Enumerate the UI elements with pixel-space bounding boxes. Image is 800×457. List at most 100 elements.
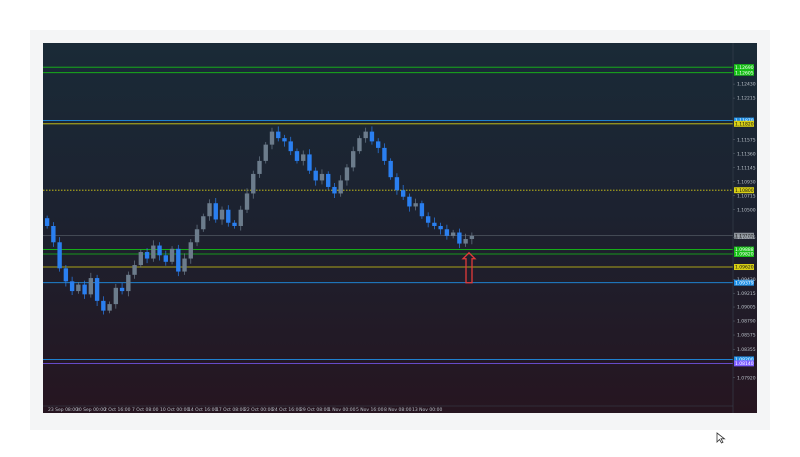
y-tick-label: 1.12215: [737, 96, 756, 102]
candle-body: [163, 255, 168, 262]
candle-body: [157, 245, 162, 256]
candle-body: [394, 177, 400, 191]
candle-body: [226, 209, 231, 223]
x-tick-label: 17 Oct 08:00: [216, 407, 245, 413]
candle-body: [269, 131, 275, 145]
candle-body: [469, 235, 475, 240]
candle-body: [425, 216, 431, 223]
candle-body: [82, 284, 87, 295]
y-tick-label: 1.08355: [737, 347, 756, 353]
y-tick-label: 1.12430: [737, 82, 756, 88]
candle-body: [207, 203, 212, 217]
candle-body: [138, 252, 144, 266]
candle-body: [301, 154, 306, 161]
candle-body: [282, 138, 287, 142]
candle-body: [151, 245, 156, 259]
candle-body: [94, 278, 100, 301]
level-tag-label: 1.09620: [735, 265, 754, 271]
x-tick-label: 5 Nov 16:00: [356, 407, 384, 413]
candle-body: [144, 252, 150, 259]
candle-body: [57, 242, 62, 269]
candle-body: [107, 304, 112, 311]
candle-body: [201, 216, 206, 230]
candle-body: [169, 248, 175, 262]
x-tick-label: 10 Oct 00:00: [160, 407, 189, 413]
candle-body: [369, 131, 375, 142]
y-tick-label: 1.10500: [737, 207, 756, 213]
candle-body: [444, 229, 450, 236]
candle-body: [69, 281, 75, 292]
candle-body: [88, 278, 94, 295]
price-chart[interactable]: 1.126901.126051.118701.118201.108001.098…: [43, 43, 757, 413]
candle-body: [388, 160, 393, 178]
y-tick-label: 1.11575: [737, 137, 756, 143]
candle-body: [244, 193, 250, 210]
candle-body: [219, 209, 225, 220]
chart-area[interactable]: 1.126901.126051.118701.118201.108001.098…: [43, 43, 757, 413]
arrow-up-icon: [461, 251, 477, 284]
candle-body: [276, 131, 281, 139]
candle-body: [432, 222, 437, 226]
candle-body: [307, 154, 312, 171]
candle-body: [232, 222, 237, 226]
candle-body: [263, 144, 268, 161]
candle-body: [113, 287, 119, 305]
candle-body: [63, 268, 69, 282]
y-tick-label: 1.08790: [737, 319, 756, 325]
x-tick-label: 23 Sep 08:00: [48, 407, 78, 413]
y-tick-label: 1.09005: [737, 305, 756, 311]
y-tick-label: 1.09215: [737, 291, 756, 297]
candle-body: [126, 274, 131, 292]
candle-body: [238, 209, 243, 226]
candle-body: [194, 229, 200, 243]
candle-body: [294, 151, 300, 161]
y-tick-label: 1.09430: [737, 277, 756, 283]
candle-body: [44, 218, 50, 226]
candle-body: [438, 226, 443, 230]
candle-body: [375, 141, 381, 148]
y-tick-label: 1.08575: [737, 333, 756, 339]
x-tick-label: 14 Oct 16:00: [188, 407, 217, 413]
x-tick-label: 7 Oct 08:00: [132, 407, 159, 413]
candle-body: [463, 239, 468, 244]
candle-body: [313, 170, 318, 181]
level-tag-label: 1.09820: [735, 252, 754, 258]
candle-body: [407, 196, 412, 207]
candle-body: [213, 203, 218, 220]
candle-body: [363, 131, 368, 139]
x-tick-label: 1 Nov 00:00: [328, 407, 356, 413]
candle-body: [457, 232, 462, 244]
x-tick-label: 13 Nov 00:00: [412, 407, 442, 413]
x-tick-label: 30 Sep 00:00: [76, 407, 106, 413]
level-tag-label: 1.10800: [735, 188, 754, 194]
candle-body: [76, 284, 81, 292]
candle-body: [382, 147, 387, 161]
y-tick-label: 1.10930: [737, 179, 756, 185]
candle-body: [188, 242, 193, 259]
mouse-cursor-icon: [716, 432, 726, 444]
candle-body: [332, 186, 337, 194]
y-tick-label: 1.10075: [737, 235, 756, 241]
y-tick-label: 1.10715: [737, 193, 756, 199]
candle-body: [450, 232, 456, 236]
candle-body: [176, 248, 181, 272]
x-tick-label: 2 Oct 16:00: [104, 407, 131, 413]
candle-body: [257, 160, 262, 174]
y-tick-label: 1.11145: [737, 165, 756, 171]
candle-body: [182, 258, 187, 272]
candle-body: [338, 180, 343, 194]
candle-body: [326, 173, 331, 187]
y-tick-label: 1.11360: [737, 151, 756, 157]
y-tick-label: 1.07920: [737, 375, 756, 381]
candle-body: [288, 141, 293, 152]
candle-body: [400, 190, 406, 197]
candle-body: [351, 151, 356, 168]
candle-body: [251, 173, 256, 194]
candle-body: [119, 287, 125, 292]
candle-body: [413, 203, 418, 207]
candle-body: [419, 203, 425, 217]
x-tick-label: 8 Nov 08:00: [384, 407, 412, 413]
candle-body: [101, 300, 106, 311]
x-tick-label: 22 Oct 00:00: [244, 407, 273, 413]
candle-body: [357, 138, 362, 152]
